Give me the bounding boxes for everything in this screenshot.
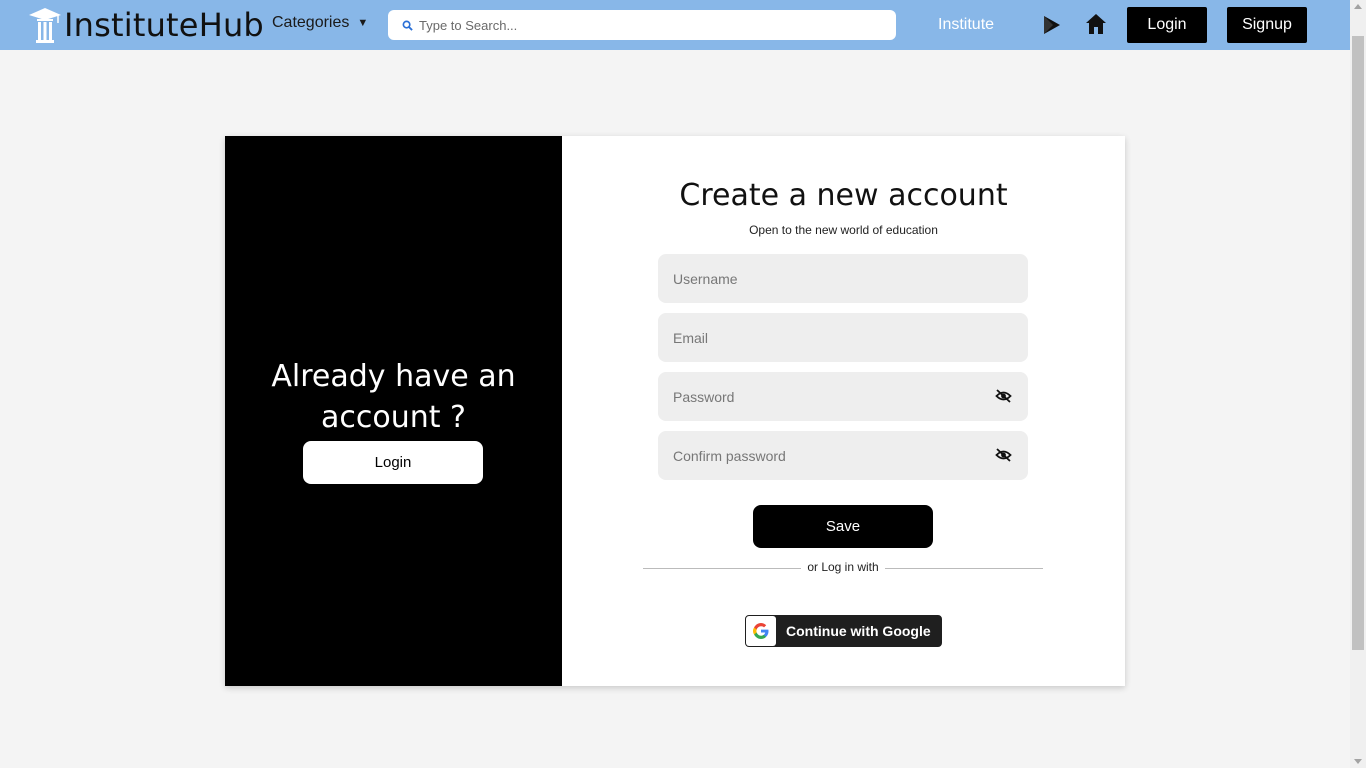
scroll-down-arrow-icon[interactable] <box>1354 759 1362 764</box>
divider-text: or Log in with <box>807 560 879 574</box>
header-signup-button[interactable]: Signup <box>1227 7 1307 43</box>
email-input[interactable] <box>673 329 973 346</box>
institute-logo-icon <box>29 8 61 43</box>
username-input[interactable] <box>673 270 973 287</box>
username-field <box>658 254 1028 303</box>
categories-dropdown[interactable]: Categories ▼ <box>272 14 368 32</box>
home-icon[interactable] <box>1085 13 1107 35</box>
email-field <box>658 313 1028 362</box>
confirm-password-input[interactable] <box>673 447 973 464</box>
brand-logo-link[interactable]: InstituteHub <box>28 6 264 44</box>
password-input[interactable] <box>673 388 973 405</box>
eye-slash-icon[interactable] <box>995 388 1012 404</box>
panel-login-button[interactable]: Login <box>303 441 483 484</box>
search-input[interactable] <box>419 17 879 33</box>
divider-line-right <box>885 568 1043 569</box>
signup-card: Already have an account ? Login Create a… <box>225 136 1125 686</box>
eye-slash-icon[interactable] <box>995 447 1012 463</box>
password-field <box>658 372 1028 421</box>
categories-label: Categories <box>272 14 350 31</box>
header-login-button[interactable]: Login <box>1127 7 1207 43</box>
caret-down-icon: ▼ <box>357 17 369 29</box>
google-button-label: Continue with Google <box>786 623 931 639</box>
search-icon <box>402 20 413 31</box>
page-scrollbar[interactable] <box>1350 0 1366 768</box>
form-subtitle: Open to the new world of education <box>749 223 938 237</box>
google-logo-box <box>746 616 776 646</box>
login-prompt-panel: Already have an account ? Login <box>225 136 562 686</box>
google-g-icon <box>753 623 769 639</box>
login-prompt-heading: Already have an account ? <box>271 359 516 435</box>
play-store-icon[interactable] <box>1043 15 1061 35</box>
or-divider: or Log in with <box>643 559 1043 577</box>
scrollbar-thumb[interactable] <box>1352 36 1364 650</box>
save-button[interactable]: Save <box>753 505 933 548</box>
form-title: Create a new account <box>679 178 1008 213</box>
confirm-password-field <box>658 431 1028 480</box>
top-navbar: InstituteHub Categories ▼ Institute Logi… <box>0 0 1350 50</box>
institute-link[interactable]: Institute <box>938 16 994 34</box>
google-signin-button[interactable]: Continue with Google <box>745 615 942 647</box>
brand-name: InstituteHub <box>64 6 264 44</box>
scroll-up-arrow-icon[interactable] <box>1354 4 1362 9</box>
search-bar <box>388 10 896 40</box>
